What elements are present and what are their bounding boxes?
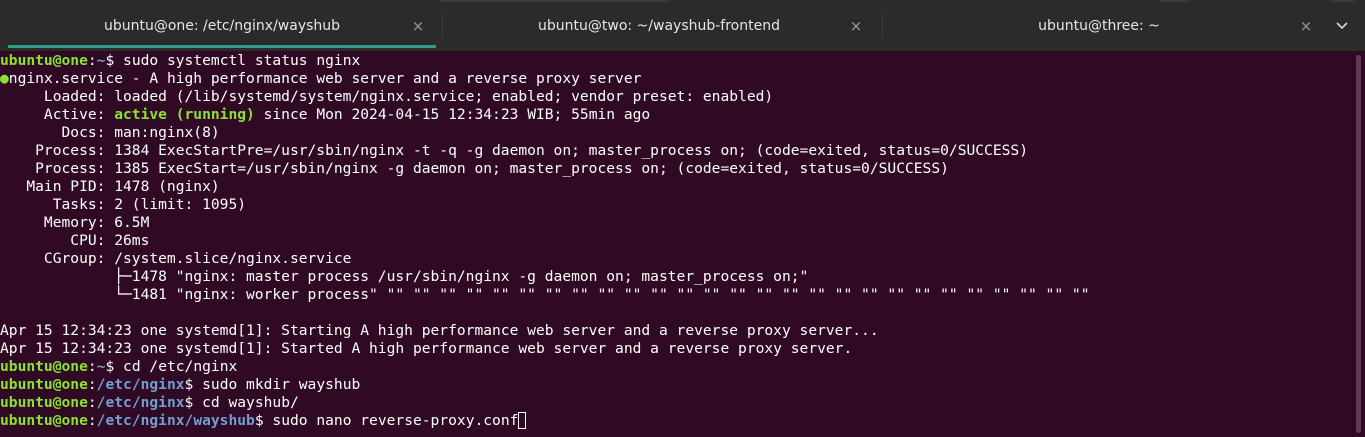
command-input[interactable]: sudo nano reverse-proxy.conf <box>272 412 518 429</box>
tab-ubuntu-three[interactable]: ubuntu@three: ~ <box>882 0 1316 51</box>
status-docs: Docs: man:nginx(8) <box>0 124 220 141</box>
close-icon[interactable]: × <box>1296 0 1316 51</box>
cgroup-process: └─1481 "nginx: worker process" "" "" "" … <box>0 286 1090 303</box>
status-process: Process: 1384 ExecStartPre=/usr/sbin/ngi… <box>0 142 1028 159</box>
scrollbar-thumb[interactable] <box>1356 55 1361 433</box>
service-description: nginx.service - A high performance web s… <box>8 70 642 87</box>
prompt-user-host: ubuntu@one <box>0 394 88 411</box>
status-loaded: Loaded: loaded (/lib/systemd/system/ngin… <box>0 88 774 105</box>
cgroup-process: ├─1478 "nginx: master process /usr/sbin/… <box>0 268 809 285</box>
status-main-pid: Main PID: 1478 (nginx) <box>0 178 220 195</box>
prompt-line: ubuntu@one:/etc/nginx$ cd wayshub/ <box>0 394 299 411</box>
terminal-window: ubuntu@one: /etc/nginx/wayshub × ubuntu@… <box>0 0 1365 437</box>
prompt-path: /etc/nginx/wayshub <box>96 412 255 429</box>
status-tasks: Tasks: 2 (limit: 1095) <box>0 196 247 213</box>
prompt-path: /etc/nginx <box>96 376 185 393</box>
active-tab-indicator <box>8 45 436 48</box>
prompt-path: /etc/nginx <box>96 394 185 411</box>
tab-title: ubuntu@one: /etc/nginx/wayshub <box>103 17 341 34</box>
prompt-symbol: $ <box>254 412 273 429</box>
prompt-user-host: ubuntu@one <box>0 358 88 375</box>
close-icon[interactable]: × <box>408 0 428 51</box>
active-state: active (running) <box>114 106 255 123</box>
prompt-line: ubuntu@one:~$ cd /etc/nginx <box>0 358 238 375</box>
tab-title: ubuntu@three: ~ <box>1038 17 1160 34</box>
prompt-line: ubuntu@one:~$ sudo systemctl status ngin… <box>0 52 361 69</box>
tab-ubuntu-two[interactable]: ubuntu@two: ~/wayshub-frontend <box>442 0 876 51</box>
status-cgroup: CGroup: /system.slice/nginx.service <box>0 250 352 267</box>
status-header: ●nginx.service - A high performance web … <box>0 70 1350 88</box>
prompt-line: ubuntu@one:/etc/nginx$ sudo mkdir wayshu… <box>0 376 361 393</box>
terminal-output[interactable]: ubuntu@one:~$ sudo systemctl status ngin… <box>0 51 1350 437</box>
command-text: cd wayshub/ <box>202 394 299 411</box>
prompt-symbol: $ <box>105 358 124 375</box>
prompt-user-host: ubuntu@one <box>0 376 88 393</box>
command-text: cd /etc/nginx <box>123 358 238 375</box>
status-active: Active: active (running) since Mon 2024-… <box>0 106 651 123</box>
text-cursor <box>518 412 527 429</box>
prompt-user-host: ubuntu@one <box>0 52 88 69</box>
prompt-symbol: $ <box>184 376 203 393</box>
close-icon[interactable]: × <box>846 0 866 51</box>
prompt-user-host: ubuntu@one <box>0 412 88 429</box>
tab-title: ubuntu@two: ~/wayshub-frontend <box>538 17 780 34</box>
status-process: Process: 1385 ExecStart=/usr/sbin/nginx … <box>0 160 949 177</box>
tab-bar: ubuntu@one: /etc/nginx/wayshub × ubuntu@… <box>0 0 1365 51</box>
prompt-line: ubuntu@one:/etc/nginx/wayshub$ sudo nano… <box>0 412 1350 430</box>
chevron-down-icon[interactable] <box>1330 0 1354 51</box>
status-memory: Memory: 6.5M <box>0 214 150 231</box>
prompt-symbol: $ <box>105 52 124 69</box>
prompt-symbol: $ <box>184 394 203 411</box>
log-line: Apr 15 12:34:23 one systemd[1]: Started … <box>0 340 853 357</box>
status-cpu: CPU: 26ms <box>0 232 150 249</box>
command-text: sudo systemctl status nginx <box>123 52 361 69</box>
log-line: Apr 15 12:34:23 one systemd[1]: Starting… <box>0 322 879 339</box>
command-text: sudo mkdir wayshub <box>202 376 361 393</box>
tab-ubuntu-one[interactable]: ubuntu@one: /etc/nginx/wayshub <box>8 0 436 51</box>
status-dot-icon: ● <box>0 70 9 87</box>
scrollbar[interactable] <box>1350 51 1365 437</box>
